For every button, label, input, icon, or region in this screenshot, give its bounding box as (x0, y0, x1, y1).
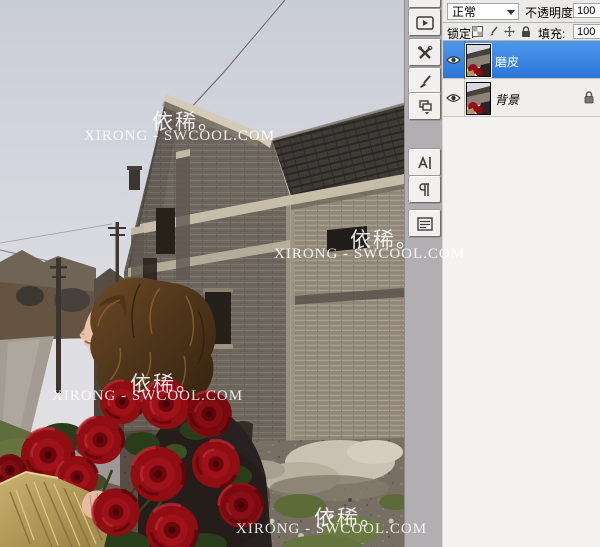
watermark-text: XIRONG - SWCOOL.COM (274, 246, 465, 263)
lock-row: 锁定: (443, 23, 600, 41)
brush-lock-icon (488, 26, 499, 37)
lock-position-button[interactable] (503, 25, 516, 38)
brushes-panel-button[interactable] (409, 68, 441, 95)
layer-thumbnail[interactable] (466, 82, 491, 114)
photoshop-workspace: 正常 不透明度: 100 锁定: (0, 0, 600, 547)
photo-scene (0, 0, 404, 547)
layer-row-mopi[interactable]: 磨皮 (443, 41, 600, 79)
layer-comps-icon (417, 217, 433, 231)
visibility-toggle[interactable] (443, 41, 465, 79)
move-cross-icon (504, 26, 515, 37)
clone-source-panel-button[interactable] (409, 93, 441, 120)
paragraph-panel-button[interactable] (409, 176, 441, 203)
eye-icon (446, 93, 461, 103)
eye-icon (446, 55, 461, 65)
visibility-toggle[interactable] (443, 79, 465, 117)
layer-name: 背景 (495, 91, 519, 108)
fill-input[interactable]: 100 (573, 24, 600, 39)
panel-dock (404, 0, 442, 547)
layer-name: 磨皮 (495, 53, 519, 70)
padlock-icon (521, 26, 531, 38)
opacity-input[interactable]: 100 (573, 3, 600, 18)
partial-panel-button[interactable] (409, 0, 441, 8)
clone-stamp-icon (417, 99, 433, 115)
tool-presets-icon (417, 45, 433, 61)
actions-panel-button[interactable] (409, 9, 441, 36)
layer-thumbnail[interactable] (466, 44, 491, 76)
play-actions-icon (416, 16, 434, 30)
checkerboard-icon (472, 26, 483, 37)
watermark-text: XIRONG - SWCOOL.COM (84, 128, 275, 145)
padlock-icon (584, 91, 594, 104)
paragraph-icon (417, 182, 433, 198)
blend-mode-row: 正常 不透明度: 100 (443, 0, 600, 23)
layers-panel: 正常 不透明度: 100 锁定: (442, 0, 600, 547)
brush-icon (417, 74, 433, 90)
chevron-down-icon (507, 10, 515, 15)
blend-mode-select[interactable]: 正常 (447, 3, 519, 20)
layer-lock-badge (584, 91, 594, 107)
opacity-label: 不透明度: (525, 4, 576, 21)
watermark-text: XIRONG - SWCOOL.COM (236, 521, 427, 538)
lock-image-button[interactable] (487, 25, 500, 38)
photo-canvas[interactable] (0, 0, 404, 547)
layer-row-background[interactable]: 背景 (443, 79, 600, 117)
character-panel-button[interactable] (409, 149, 441, 176)
lock-transparency-button[interactable] (471, 25, 484, 38)
fill-label: 填充: (538, 25, 565, 42)
blend-mode-value: 正常 (448, 3, 476, 20)
tool-presets-panel-button[interactable] (409, 39, 441, 66)
character-icon (417, 155, 433, 171)
lock-all-button[interactable] (519, 25, 532, 38)
watermark-text: XIRONG - SWCOOL.COM (52, 388, 243, 405)
